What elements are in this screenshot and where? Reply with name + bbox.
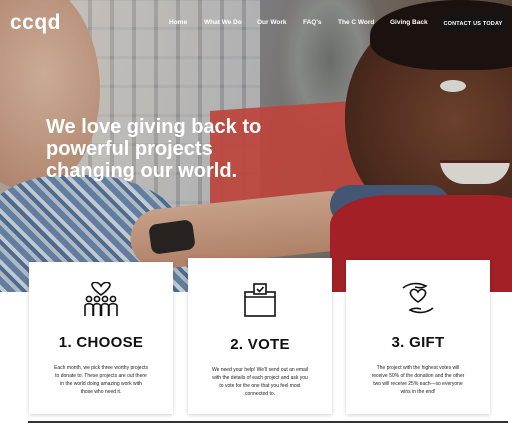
hands-heart-icon <box>346 280 490 320</box>
step-description-line: those who need it. <box>80 389 122 395</box>
step-title-vote: 2. VOTE <box>230 336 290 353</box>
step-title-choose: 1. CHOOSE <box>58 334 144 351</box>
step-description-vote: We need your help! We'll send out an ema… <box>202 366 318 398</box>
step-card-vote: 2. VOTE We need your help! We'll send ou… <box>188 258 332 414</box>
step-description-line: connected to. <box>244 391 276 397</box>
ballot-box-icon <box>188 282 332 322</box>
step-description-line: to donate to. These projects are out the… <box>55 373 147 379</box>
nav-the-c-word[interactable]: The C Word <box>338 19 374 26</box>
hero-headline-line-3: changing our world. <box>46 160 238 182</box>
nav-home[interactable]: Home <box>169 19 187 26</box>
step-description-gift: The project with the highest votes will … <box>360 364 476 396</box>
hero-headline-line-1: We love giving back to <box>46 116 262 138</box>
step-description-choose: Each month, we pick three worthy project… <box>43 364 159 396</box>
main-nav: Home What We Do Our Work FAQ's The C Wor… <box>0 19 512 31</box>
nav-our-work[interactable]: Our Work <box>257 19 287 26</box>
step-description-line: We need your help! We'll send out an ema… <box>211 367 309 373</box>
step-description-line: receive 50% of the donation and the othe… <box>371 373 465 379</box>
step-description-line: in the world doing amazing work with <box>60 381 142 387</box>
hero-headline: We love giving back to powerful projects… <box>46 116 326 182</box>
step-description-line: with the details of each project and ask… <box>212 375 308 381</box>
bottom-divider <box>28 421 508 423</box>
nav-faqs[interactable]: FAQ's <box>303 19 322 26</box>
contact-us-button[interactable]: CONTACT US TODAY <box>440 15 506 32</box>
step-description-line: two will receive 25% each—so everyone <box>373 381 463 387</box>
nav-giving-back[interactable]: Giving Back <box>390 19 428 26</box>
step-card-choose: 1. CHOOSE Each month, we pick three wort… <box>29 262 173 414</box>
people-heart-icon <box>29 282 173 322</box>
hero-headline-line-2: powerful projects <box>46 138 213 160</box>
step-card-gift: 3. GIFT The project with the highest vot… <box>346 260 490 414</box>
nav-what-we-do[interactable]: What We Do <box>204 19 242 26</box>
step-description-line: wins in the end! <box>400 389 436 395</box>
step-description-line: Each month, we pick three worthy project… <box>54 365 148 371</box>
step-title-gift: 3. GIFT <box>391 334 445 351</box>
step-description-line: to vote for the one that you feel most <box>219 383 301 389</box>
step-description-line: The project with the highest votes will <box>376 365 460 371</box>
